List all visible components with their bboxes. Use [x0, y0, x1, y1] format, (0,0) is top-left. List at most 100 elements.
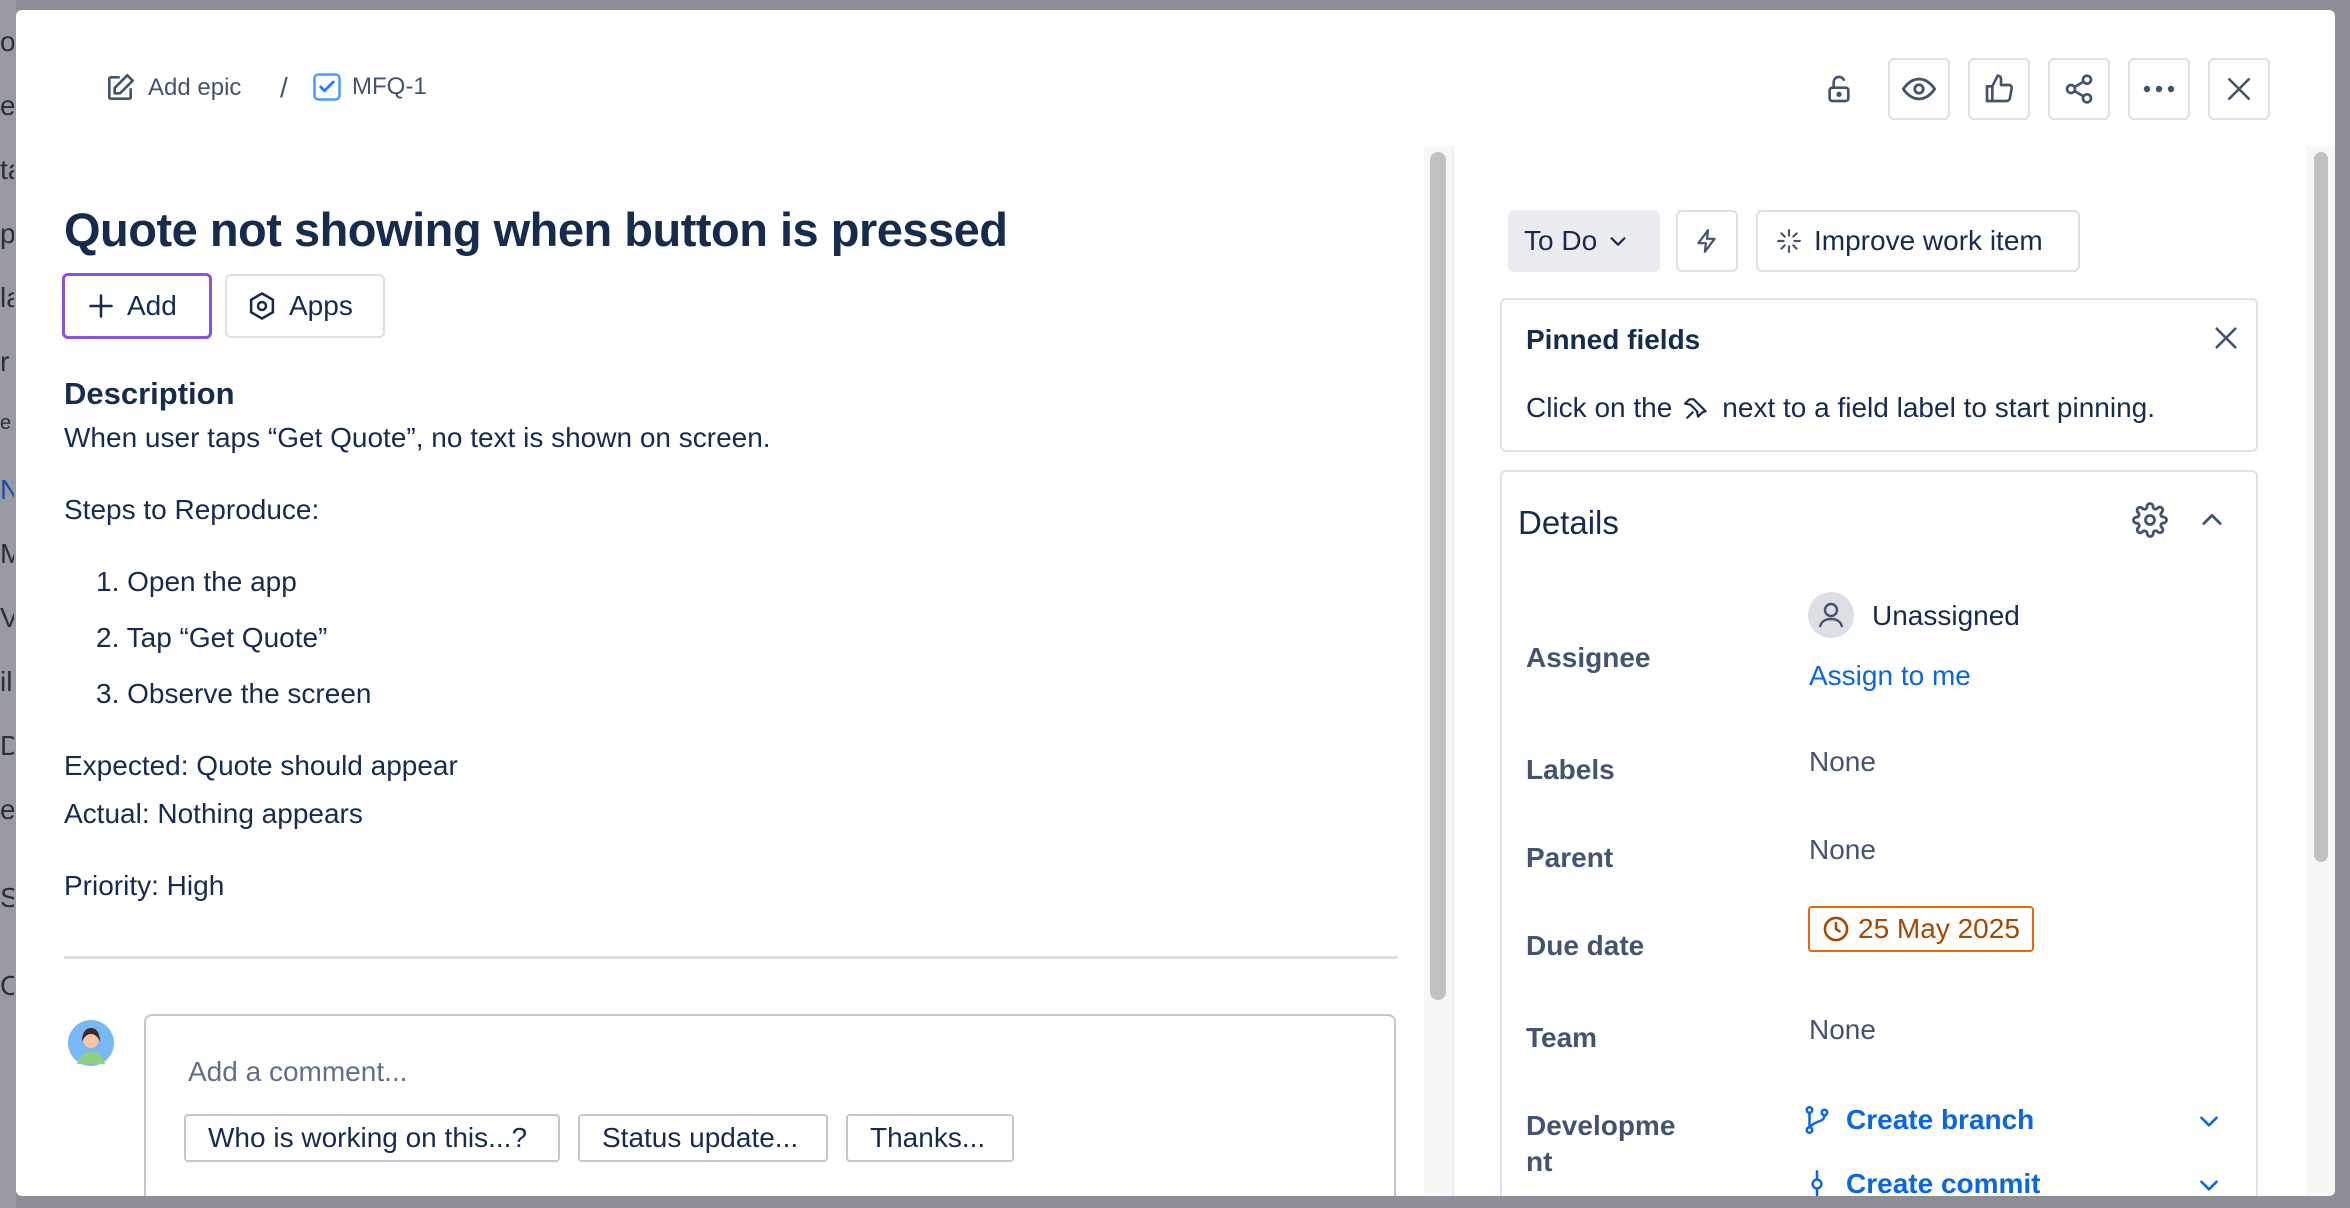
apps-button[interactable]: Apps — [225, 274, 385, 338]
step-item: 1. Open the app — [96, 566, 297, 597]
chevron-down-icon — [2200, 1116, 2218, 1127]
description-heading: Description — [64, 376, 235, 411]
add-epic-link[interactable]: Add epic — [104, 72, 241, 104]
share-button[interactable] — [2048, 58, 2110, 120]
parent-label: Parent — [1526, 842, 1614, 873]
improve-label: Improve work item — [1814, 225, 2043, 256]
step-item: 3. Observe the screen — [96, 678, 372, 709]
comment-suggestion-chip[interactable]: Who is working on this...? — [184, 1114, 560, 1162]
add-epic-label: Add epic — [148, 74, 242, 101]
eye-icon — [1902, 77, 1936, 101]
plus-icon — [89, 294, 113, 318]
steps-heading: Steps to Reproduce: — [64, 494, 320, 525]
edit-icon — [108, 74, 134, 100]
user-avatar — [68, 1020, 114, 1066]
background-text: V — [0, 602, 14, 633]
background-text: p — [0, 218, 14, 249]
close-button[interactable] — [2208, 58, 2270, 120]
create-branch-dropdown[interactable] — [2196, 1108, 2222, 1134]
details-card — [1500, 470, 2258, 1196]
background-text: M — [0, 538, 14, 569]
development-label-line2: nt — [1526, 1146, 1553, 1177]
background-text: r — [0, 346, 10, 377]
create-commit-link[interactable]: Create commit — [1802, 1168, 2041, 1196]
actual-text: Actual: Nothing appears — [64, 798, 363, 829]
branch-icon — [1805, 1105, 1829, 1134]
team-label: Team — [1526, 1022, 1598, 1053]
pinned-close-button[interactable] — [2212, 324, 2240, 352]
main-scrollbar[interactable] — [1430, 152, 1446, 1000]
close-icon — [2215, 327, 2237, 349]
background-text: Sc — [0, 882, 14, 913]
background-text: la — [0, 282, 14, 313]
automation-button[interactable] — [1676, 210, 1738, 272]
assignee-avatar — [1808, 592, 1854, 638]
details-collapse-button[interactable] — [2198, 506, 2226, 534]
background-text: Da — [0, 730, 14, 761]
more-icon — [2143, 85, 2175, 93]
labels-value[interactable]: None — [1809, 746, 1876, 778]
share-icon — [2065, 74, 2093, 104]
gear-icon — [2132, 502, 2168, 538]
create-branch-link[interactable]: Create branch — [1802, 1104, 2034, 1136]
improve-work-item-button[interactable]: Improve work item — [1756, 210, 2080, 272]
pin-icon — [1684, 398, 1708, 419]
comment-input[interactable]: Add a comment... — [188, 1056, 407, 1088]
issue-title[interactable]: Quote not showing when button is pressed — [64, 202, 1008, 257]
background-text: e — [0, 794, 14, 825]
divider — [64, 956, 1398, 959]
due-date-badge[interactable]: 25 May 2025 — [1808, 906, 2034, 952]
issue-key: MFQ-1 — [352, 73, 427, 100]
lightning-icon — [1697, 229, 1716, 253]
assignee-value[interactable]: Unassigned — [1872, 600, 2020, 632]
chevron-down-icon — [2200, 1180, 2218, 1191]
assign-to-me-link[interactable]: Assign to me — [1809, 660, 1971, 692]
team-value[interactable]: None — [1809, 1014, 1876, 1046]
pinned-fields-card — [1500, 298, 2258, 452]
issue-modal: Add epic / MFQ-1 Quote not showing when … — [16, 10, 2335, 1196]
sidebar-scrollbar[interactable] — [2314, 152, 2328, 862]
panel-separator — [1452, 146, 1454, 1196]
expected-text: Expected: Quote should appear — [64, 750, 458, 781]
user-icon — [1808, 592, 1854, 638]
restrictions-button[interactable] — [1808, 58, 1870, 120]
thumbs-up-icon — [1985, 74, 2013, 103]
comment-box[interactable] — [144, 1014, 1396, 1196]
background-text: o — [0, 26, 14, 57]
comment-suggestion-chip[interactable]: Status update... — [578, 1114, 828, 1162]
apps-hexagon-icon — [249, 292, 275, 320]
pinned-hint-suffix: next to a field label to start pinning. — [1722, 392, 2156, 423]
development-label-line1: Developme — [1526, 1110, 1676, 1141]
vote-button[interactable] — [1968, 58, 2030, 120]
background-text: e — [0, 412, 12, 434]
chevron-up-icon — [2202, 513, 2222, 525]
pinned-fields-hint: Click on the next to a field label to st… — [1526, 392, 2155, 424]
close-icon — [2227, 77, 2251, 101]
apps-button-label: Apps — [289, 290, 353, 321]
status-dropdown[interactable]: To Do — [1508, 210, 1660, 272]
status-label: To Do — [1524, 225, 1598, 256]
comment-suggestion-chip[interactable]: Thanks... — [846, 1114, 1014, 1162]
details-settings-button[interactable] — [2132, 502, 2168, 538]
background-text: Cu — [0, 970, 14, 1001]
create-branch-label: Create branch — [1846, 1104, 2035, 1135]
parent-value[interactable]: None — [1809, 834, 1876, 866]
avatar-icon — [68, 1020, 114, 1066]
more-actions-button[interactable] — [2128, 58, 2190, 120]
issue-key-link[interactable]: MFQ-1 — [312, 72, 427, 102]
watch-button[interactable] — [1888, 58, 1950, 120]
labels-label: Labels — [1526, 754, 1615, 785]
pinned-hint-prefix: Click on the — [1526, 392, 1673, 423]
unlock-icon — [1828, 75, 1850, 103]
create-commit-dropdown[interactable] — [2196, 1172, 2222, 1196]
pinned-fields-title: Pinned fields — [1526, 324, 1701, 355]
background-text: ta — [0, 154, 14, 185]
commit-icon — [1811, 1170, 1823, 1196]
chevron-down-icon — [1610, 237, 1626, 246]
due-date-value: 25 May 2025 — [1858, 913, 2020, 944]
clock-icon — [1823, 916, 1849, 942]
due-date-label: Due date — [1526, 930, 1645, 961]
create-commit-label: Create commit — [1846, 1168, 2041, 1196]
background-text: il — [0, 666, 13, 697]
add-button[interactable]: Add — [62, 273, 212, 339]
